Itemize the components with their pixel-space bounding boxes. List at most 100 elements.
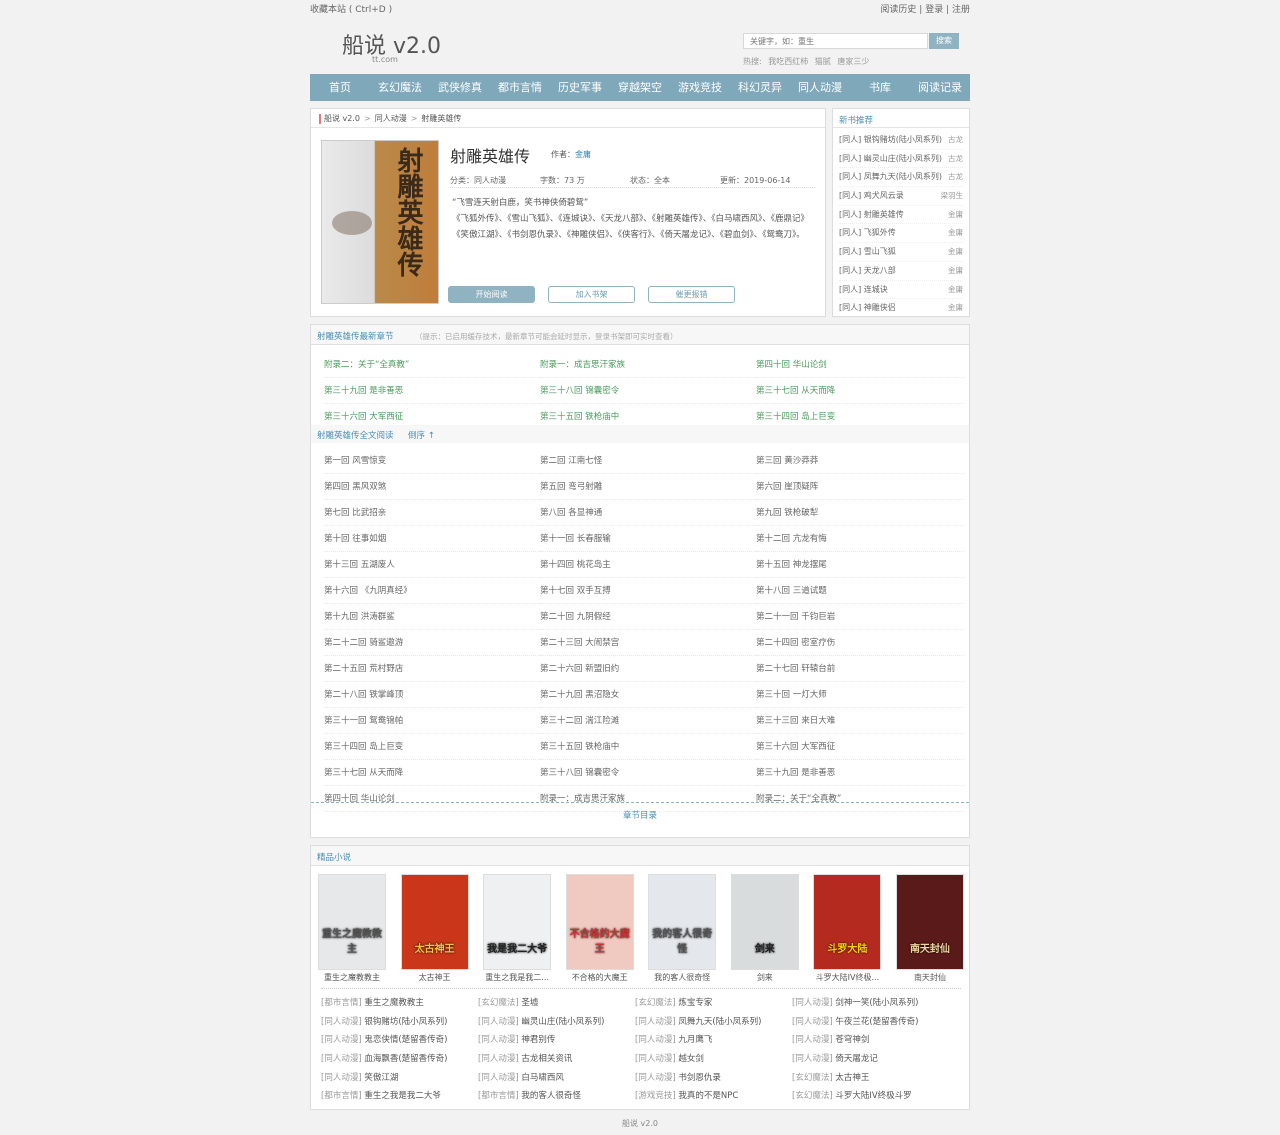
new-book-item[interactable]: [同人] 幽灵山庄(陆小凤系列) 古龙 <box>839 150 963 169</box>
book-cover[interactable]: 太古神王 <box>400 874 469 970</box>
book-category[interactable]: [同人动漫] <box>792 1017 833 1027</box>
new-book-name[interactable]: [同人] 鸡犬风云录 <box>839 187 904 205</box>
new-book-item[interactable]: [同人] 天龙八部 金庸 <box>839 262 963 281</box>
book-name[interactable]: 剑神一笑(陆小凤系列) <box>835 998 918 1008</box>
book-name[interactable]: 凤舞九天(陆小凤系列) <box>678 1017 761 1027</box>
latest-chapter-link[interactable]: 第四十回 华山论剑 <box>756 352 964 378</box>
book-cover[interactable]: 不合格的大魔王 <box>565 874 634 970</box>
book-name[interactable]: 白马啸西风 <box>521 1073 564 1083</box>
featured-list-item[interactable]: [同人动漫] 幽灵山庄(陆小凤系列) <box>478 1013 635 1032</box>
book-name[interactable]: 苍穹神剑 <box>835 1035 869 1045</box>
featured-book[interactable]: 我是我二大爷 重生之我是我二... <box>482 874 552 983</box>
latest-chapter-link[interactable]: 第三十九回 是非善恶 <box>324 378 540 404</box>
featured-list-item[interactable]: [玄幻魔法] 斗罗大陆IV终极斗罗 <box>792 1087 949 1106</box>
chapter-link[interactable]: 第二十四回 密室疗伤 <box>756 630 964 656</box>
featured-list-item[interactable]: [同人动漫] 午夜兰花(楚留香传奇) <box>792 1013 949 1032</box>
book-name[interactable]: 太古神王 <box>400 972 470 983</box>
history-link[interactable]: 阅读历史 <box>880 5 916 15</box>
chapter-link[interactable]: 第十七回 双手互搏 <box>540 578 756 604</box>
featured-list-item[interactable]: [同人动漫] 倚天屠龙记 <box>792 1050 949 1069</box>
chapter-link[interactable]: 第二十回 九阴假经 <box>540 604 756 630</box>
latest-chapter-link[interactable]: 第三十八回 锦囊密令 <box>540 378 756 404</box>
book-name[interactable]: 炼宝专家 <box>678 998 712 1008</box>
book-category[interactable]: [都市言情] <box>321 1091 362 1101</box>
book-category[interactable]: [玄幻魔法] <box>792 1091 833 1101</box>
book-name[interactable]: 斗罗大陆IV终极斗罗 <box>835 1091 911 1101</box>
book-category[interactable]: [同人动漫] <box>321 1054 362 1064</box>
new-book-author[interactable]: 梁羽生 <box>941 187 964 205</box>
featured-list-item[interactable]: [同人动漫] 剑神一笑(陆小凤系列) <box>792 994 949 1013</box>
new-book-name[interactable]: [同人] 雪山飞狐 <box>839 243 896 261</box>
book-category[interactable]: [同人动漫] <box>792 1035 833 1045</box>
book-cover[interactable]: 剑来 <box>730 874 799 970</box>
chapter-link[interactable]: 第三十九回 是非善恶 <box>756 760 964 786</box>
search-button[interactable]: 搜索 <box>929 33 959 49</box>
featured-list-item[interactable]: [同人动漫] 九月鹰飞 <box>635 1031 792 1050</box>
featured-book[interactable]: 重生之魔教教主 重生之魔教教主 <box>317 874 387 983</box>
book-name[interactable]: 我的客人很奇怪 <box>521 1091 581 1101</box>
book-category[interactable]: [都市言情] <box>478 1091 519 1101</box>
book-category[interactable]: [同人动漫] <box>635 1054 676 1064</box>
new-book-author[interactable]: 金庸 <box>948 243 963 261</box>
chapter-link[interactable]: 第二十九回 黑沼隐女 <box>540 682 756 708</box>
book-name[interactable]: 重生之魔教教主 <box>364 998 424 1008</box>
featured-list-item[interactable]: [玄幻魔法] 太古神王 <box>792 1069 949 1088</box>
book-name[interactable]: 我的客人很奇怪 <box>647 972 717 983</box>
book-category[interactable]: [同人动漫] <box>478 1073 519 1083</box>
book-category[interactable]: [同人动漫] <box>635 1073 676 1083</box>
featured-list-item[interactable]: [玄幻魔法] 炼宝专家 <box>635 994 792 1013</box>
chapter-link[interactable]: 第十八回 三道试题 <box>756 578 964 604</box>
chapter-link[interactable]: 第三十六回 大军西征 <box>756 734 964 760</box>
book-name[interactable]: 我真的不是NPC <box>678 1091 738 1101</box>
new-book-name[interactable]: [同人] 飞狐外传 <box>839 224 896 242</box>
nav-item-wuxia[interactable]: 武侠修真 <box>430 74 490 101</box>
book-name[interactable]: 重生之我是我二... <box>482 972 552 983</box>
latest-chapter-link[interactable]: 附录一：成吉思汗家族 <box>540 352 756 378</box>
book-category[interactable]: [玄幻魔法] <box>478 998 519 1008</box>
chapter-link[interactable]: 第十三回 五湖废人 <box>324 552 540 578</box>
new-book-author[interactable]: 古龙 <box>948 131 963 149</box>
chapter-link[interactable]: 第三十回 一灯大师 <box>756 682 964 708</box>
chapter-link[interactable]: 第十四回 桃花岛主 <box>540 552 756 578</box>
new-book-item[interactable]: [同人] 连城诀 金庸 <box>839 281 963 300</box>
order-toggle[interactable]: 倒序 ↑ <box>408 429 435 441</box>
chapter-directory-link[interactable]: 章节目录 <box>311 802 969 821</box>
nav-item-fanfic[interactable]: 同人动漫 <box>790 74 850 101</box>
new-book-item[interactable]: [同人] 飞狐外传 金庸 <box>839 224 963 244</box>
chapter-link[interactable]: 第七回 比武招亲 <box>324 500 540 526</box>
book-category[interactable]: [同人动漫] <box>321 1073 362 1083</box>
new-book-name[interactable]: [同人] 射雕英雄传 <box>839 206 904 224</box>
chapter-link[interactable]: 第三十八回 锦囊密令 <box>540 760 756 786</box>
new-book-author[interactable]: 金庸 <box>948 224 963 242</box>
chapter-link[interactable]: 第三十五回 铁枪庙中 <box>540 734 756 760</box>
book-cover[interactable]: 射雕英雄传 <box>321 140 439 304</box>
book-cover[interactable]: 我的客人很奇怪 <box>648 874 717 970</box>
book-name[interactable]: 南天封仙 <box>895 972 965 983</box>
nav-item-library[interactable]: 书库 <box>850 74 910 101</box>
new-book-name[interactable]: [同人] 天龙八部 <box>839 262 896 280</box>
chapter-link[interactable]: 第二十一回 千钧巨岩 <box>756 604 964 630</box>
book-category[interactable]: [同人动漫] <box>321 1017 362 1027</box>
new-book-author[interactable]: 金庸 <box>948 281 963 299</box>
hot-item[interactable]: 我吃西红柿 <box>768 57 808 66</box>
featured-list-item[interactable]: [都市言情] 重生之我是我二大爷 <box>321 1087 478 1106</box>
featured-list-item[interactable]: [同人动漫] 书剑恩仇录 <box>635 1069 792 1088</box>
book-cover[interactable]: 斗罗大陆 <box>813 874 882 970</box>
nav-item-history[interactable]: 历史军事 <box>550 74 610 101</box>
book-category[interactable]: [同人动漫] <box>478 1017 519 1027</box>
book-cover[interactable]: 重生之魔教教主 <box>318 874 386 970</box>
nav-item-timetravel[interactable]: 穿越架空 <box>610 74 670 101</box>
featured-list-item[interactable]: [同人动漫] 神君别传 <box>478 1031 635 1050</box>
new-book-author[interactable]: 金庸 <box>948 262 963 280</box>
book-category[interactable]: [同人动漫] <box>635 1017 676 1027</box>
book-category[interactable]: [都市言情] <box>321 998 362 1008</box>
book-category[interactable]: [同人动漫] <box>792 998 833 1008</box>
featured-list-item[interactable]: [同人动漫] 银钩赌坊(陆小凤系列) <box>321 1013 478 1032</box>
featured-list-item[interactable]: [同人动漫] 凤舞九天(陆小凤系列) <box>635 1013 792 1032</box>
hot-item[interactable]: 唐家三少 <box>837 57 869 66</box>
book-name[interactable]: 血海飘香(楚留香传奇) <box>364 1054 447 1064</box>
chapter-link[interactable]: 第二十八回 铁掌峰顶 <box>324 682 540 708</box>
featured-book[interactable]: 斗罗大陆 斗罗大陆IV终极... <box>812 874 882 983</box>
chapter-link[interactable]: 第六回 崖顶疑阵 <box>756 474 964 500</box>
book-name[interactable]: 太古神王 <box>835 1073 869 1083</box>
